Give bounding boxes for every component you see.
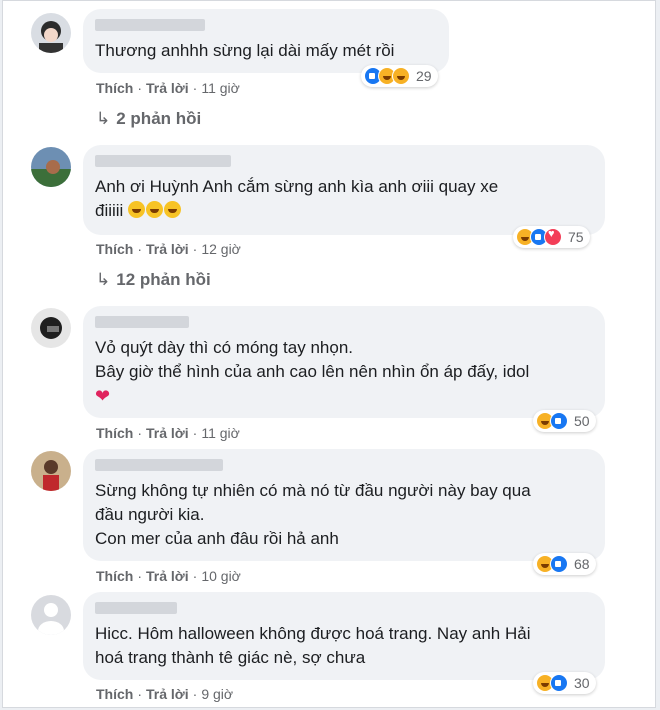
author-name-redacted[interactable] [95, 155, 231, 167]
user-avatar-icon [31, 308, 71, 348]
reaction-count: 68 [574, 556, 590, 572]
avatar[interactable] [31, 451, 71, 491]
user-avatar-icon [31, 147, 71, 187]
avatar[interactable] [31, 13, 71, 53]
comment-text: Vỏ quýt dày thì có móng tay nhọn. Bây gi… [95, 338, 530, 406]
comment-actions: Thích · Trả lời · 11 giờ [96, 80, 240, 96]
rofl-emoji-icon [146, 201, 164, 218]
reaction-summary[interactable]: 68 [533, 553, 596, 575]
like-button[interactable]: Thích [96, 425, 133, 441]
comment-actions: Thích · Trả lời · 12 giờ [96, 241, 241, 257]
author-name-redacted[interactable] [95, 459, 223, 471]
avatar[interactable] [31, 147, 71, 187]
replies-count: 12 phản hồi [116, 270, 211, 289]
reaction-summary[interactable]: 29 [361, 65, 438, 87]
love-icon [544, 228, 562, 246]
like-icon [550, 674, 568, 692]
comment-actions: Thích · Trả lời · 10 giờ [96, 568, 241, 584]
avatar[interactable] [31, 308, 71, 348]
reply-arrow-icon: ↳ [96, 109, 111, 128]
comment-bubble: Sừng không tự nhiên có mà nó từ đầu ngườ… [83, 449, 605, 561]
reply-button[interactable]: Trả lời [146, 80, 189, 96]
reaction-summary[interactable]: 75 [513, 226, 590, 248]
like-button[interactable]: Thích [96, 80, 133, 96]
view-replies-link[interactable]: ↳ 12 phản hồi [96, 270, 211, 290]
comment-bubble: Hicc. Hôm halloween không được hoá trang… [83, 592, 605, 680]
reply-button[interactable]: Trả lời [146, 241, 189, 257]
reaction-summary[interactable]: 50 [533, 410, 596, 432]
reaction-count: 30 [574, 675, 590, 691]
comment-bubble: Thương anhhh sừng lại dài mấy mét rồi [83, 9, 449, 73]
haha-icon [392, 67, 410, 85]
reply-button[interactable]: Trả lời [146, 425, 189, 441]
reply-button[interactable]: Trả lời [146, 686, 189, 702]
author-name-redacted[interactable] [95, 316, 189, 328]
like-icon [550, 555, 568, 573]
reaction-count: 75 [568, 229, 584, 245]
rofl-emoji-icon [128, 201, 146, 218]
reaction-count: 50 [574, 413, 590, 429]
reply-button[interactable]: Trả lời [146, 568, 189, 584]
red-heart-emoji-icon: ❤ [95, 386, 111, 406]
author-name-redacted[interactable] [95, 602, 177, 614]
comments-panel: Thương anhhh sừng lại dài mấy mét rồi 29… [2, 0, 656, 708]
like-button[interactable]: Thích [96, 241, 133, 257]
comment-text: Thương anhhh sừng lại dài mấy mét rồi [95, 41, 395, 60]
timestamp[interactable]: 9 giờ [201, 686, 233, 702]
comment-actions: Thích · Trả lời · 9 giờ [96, 686, 234, 702]
reply-arrow-icon: ↳ [96, 270, 111, 289]
timestamp[interactable]: 11 giờ [201, 80, 240, 96]
author-name-redacted[interactable] [95, 19, 205, 31]
comment-text: Anh ơi Huỳnh Anh cắm sừng anh kìa anh ơi… [95, 177, 499, 220]
reaction-count: 29 [416, 68, 432, 84]
comment-bubble: Vỏ quýt dày thì có móng tay nhọn. Bây gi… [83, 306, 605, 418]
user-avatar-icon [31, 451, 71, 491]
like-button[interactable]: Thích [96, 686, 133, 702]
default-avatar-icon [31, 595, 71, 635]
comment-bubble: Anh ơi Huỳnh Anh cắm sừng anh kìa anh ơi… [83, 145, 605, 235]
comment-text: Sừng không tự nhiên có mà nó từ đầu ngườ… [95, 481, 531, 548]
like-button[interactable]: Thích [96, 568, 133, 584]
timestamp[interactable]: 11 giờ [201, 425, 240, 441]
comment-actions: Thích · Trả lời · 11 giờ [96, 425, 240, 441]
timestamp[interactable]: 10 giờ [201, 568, 241, 584]
user-avatar-icon [31, 13, 71, 53]
view-replies-link[interactable]: ↳ 2 phản hồi [96, 109, 201, 129]
comment-text: Hicc. Hôm halloween không được hoá trang… [95, 624, 531, 667]
reaction-summary[interactable]: 30 [533, 672, 596, 694]
like-icon [550, 412, 568, 430]
rofl-emoji-icon [164, 201, 182, 218]
avatar[interactable] [31, 595, 71, 635]
replies-count: 2 phản hồi [116, 109, 202, 128]
timestamp[interactable]: 12 giờ [201, 241, 241, 257]
